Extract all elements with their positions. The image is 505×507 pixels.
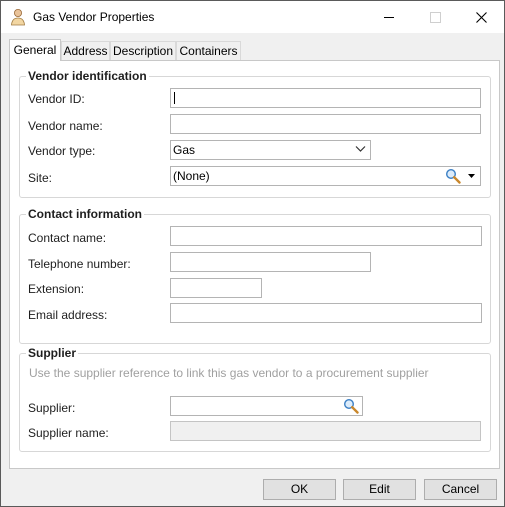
- supplier-label: Supplier:: [28, 401, 76, 415]
- tab-containers[interactable]: Containers: [176, 41, 241, 60]
- general-tab-panel: Vendor identification Vendor ID: Vendor …: [9, 60, 500, 469]
- minimize-icon: [384, 16, 394, 18]
- tab-general[interactable]: General: [9, 39, 61, 61]
- contact-name-input[interactable]: [170, 226, 482, 246]
- supplier-hint: Use the supplier reference to link this …: [29, 366, 429, 380]
- vendor-id-label: Vendor ID:: [28, 92, 85, 106]
- email-input[interactable]: [170, 303, 482, 323]
- person-icon: [10, 8, 26, 26]
- email-label: Email address:: [28, 308, 108, 322]
- telephone-label: Telephone number:: [28, 257, 131, 271]
- vendor-identification-group: Vendor identification Vendor ID: Vendor …: [19, 69, 491, 198]
- site-combo[interactable]: (None): [170, 166, 481, 186]
- vendor-type-label: Vendor type:: [28, 144, 96, 158]
- group-title: Contact information: [26, 207, 144, 221]
- window-title: Gas Vendor Properties: [33, 10, 155, 24]
- tab-address[interactable]: Address: [61, 41, 110, 60]
- close-button[interactable]: [458, 1, 504, 33]
- site-label: Site:: [28, 171, 53, 185]
- tab-description[interactable]: Description: [110, 41, 176, 60]
- maximize-icon: [429, 11, 441, 23]
- extension-input[interactable]: [170, 278, 262, 298]
- magnifier-icon[interactable]: [445, 168, 461, 187]
- close-icon: [475, 11, 487, 23]
- maximize-button[interactable]: [412, 1, 458, 33]
- cancel-button[interactable]: Cancel: [424, 479, 497, 500]
- telephone-input[interactable]: [170, 252, 371, 272]
- supplier-name-label: Supplier name:: [28, 426, 109, 440]
- group-title: Supplier: [26, 346, 79, 360]
- vendor-id-input[interactable]: [170, 88, 481, 108]
- ok-button[interactable]: OK: [263, 479, 336, 500]
- group-title: Vendor identification: [26, 69, 149, 83]
- dialog-window: Gas Vendor Properties General Address De…: [0, 0, 505, 507]
- extension-label: Extension:: [28, 282, 85, 296]
- site-value: (None): [173, 169, 210, 183]
- edit-button[interactable]: Edit: [343, 479, 416, 500]
- vendor-name-input[interactable]: [170, 114, 481, 134]
- dropdown-arrow-icon[interactable]: [462, 167, 480, 185]
- supplier-lookup-input[interactable]: [170, 396, 363, 416]
- minimize-button[interactable]: [366, 1, 412, 33]
- vendor-type-value: Gas: [173, 143, 196, 157]
- vendor-type-select[interactable]: Gas: [170, 140, 371, 160]
- magnifier-icon[interactable]: [343, 398, 359, 417]
- chevron-down-icon: [355, 146, 366, 152]
- title-bar[interactable]: Gas Vendor Properties: [1, 1, 504, 33]
- supplier-name-field: [170, 421, 481, 441]
- contact-name-label: Contact name:: [28, 231, 107, 245]
- supplier-group: Supplier Use the supplier reference to l…: [19, 346, 491, 452]
- vendor-name-label: Vendor name:: [28, 119, 103, 133]
- text-caret: [174, 92, 175, 104]
- contact-information-group: Contact information Contact name: Teleph…: [19, 207, 491, 344]
